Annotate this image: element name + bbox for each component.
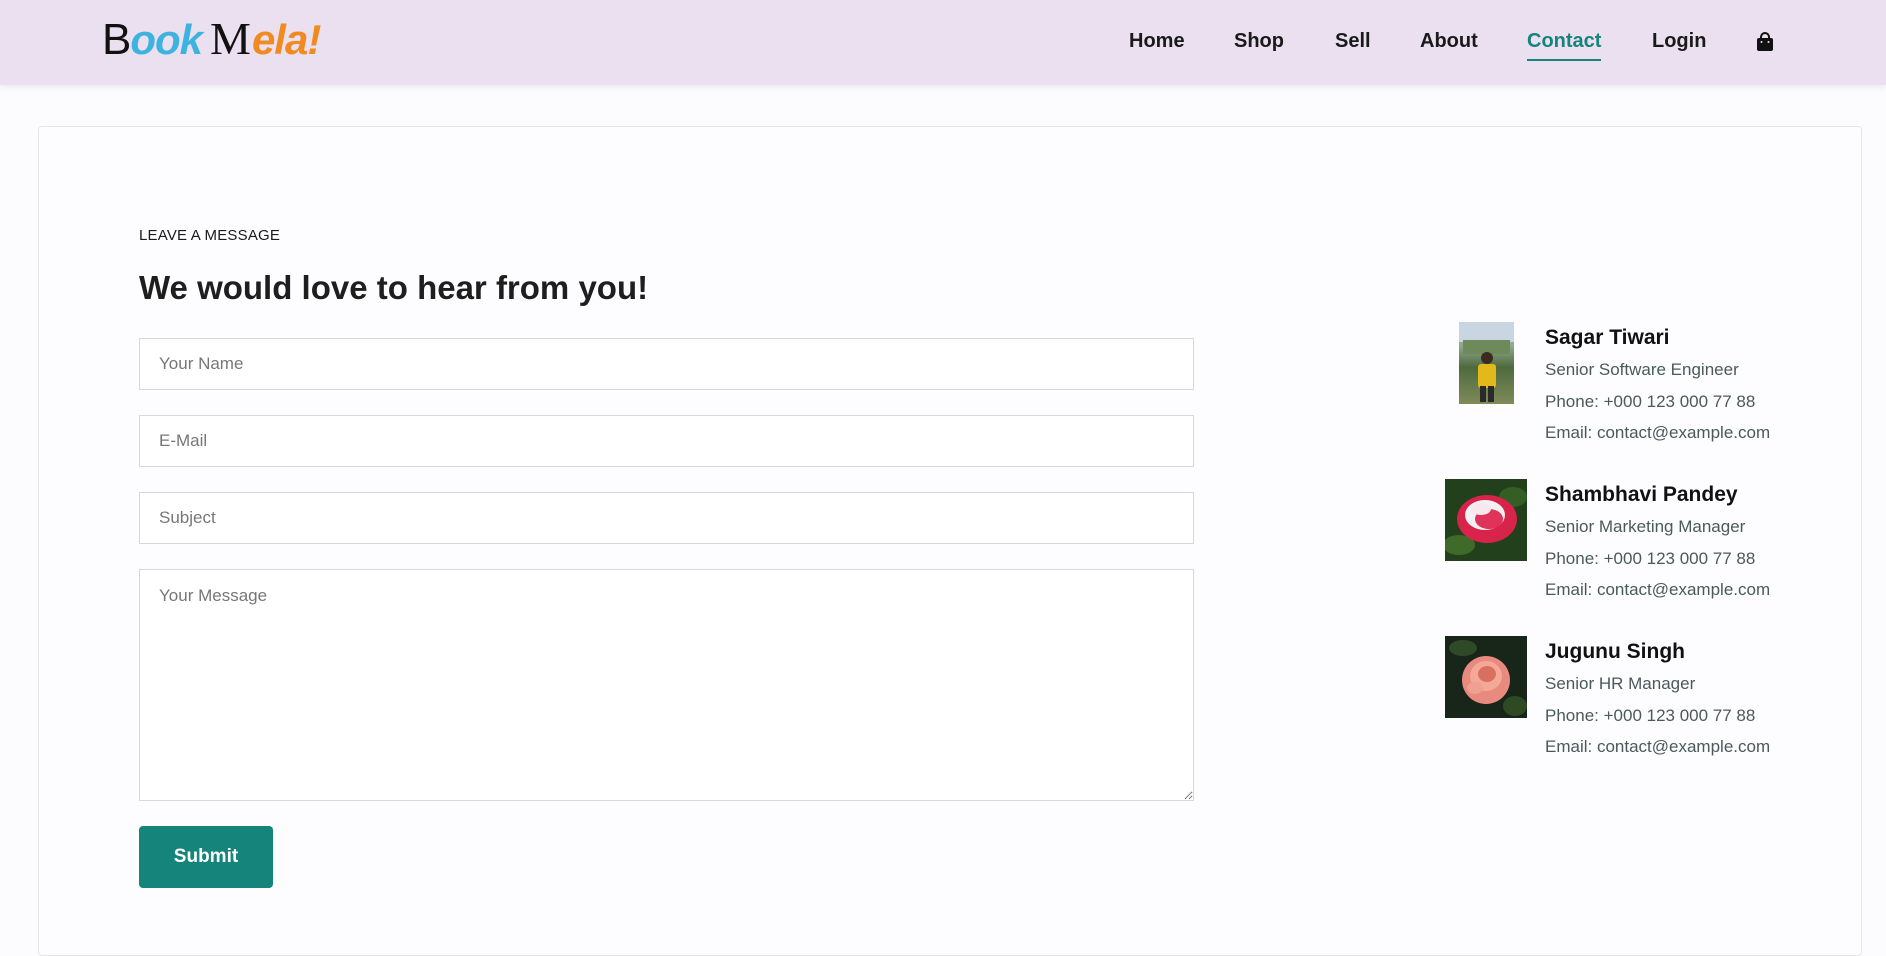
- pink-rose-photo: [1445, 636, 1527, 718]
- contact-email[interactable]: Email: contact@example.com: [1545, 580, 1770, 600]
- contact-email[interactable]: Email: contact@example.com: [1545, 423, 1770, 443]
- submit-button[interactable]: Submit: [139, 826, 273, 888]
- brand-logo[interactable]: Book Mela!: [102, 13, 321, 65]
- contact-phone: Phone: +000 123 000 77 88: [1545, 706, 1756, 725]
- message-textarea[interactable]: [139, 569, 1194, 801]
- red-rose-photo: [1445, 479, 1527, 561]
- nav-about[interactable]: About: [1420, 30, 1478, 53]
- nav-login[interactable]: Login: [1652, 30, 1706, 53]
- contact-phone: Phone: +000 123 000 77 88: [1545, 549, 1756, 568]
- subject-input[interactable]: [139, 492, 1194, 544]
- nav-contact[interactable]: Contact: [1527, 30, 1602, 61]
- contact-name: Jugunu Singh: [1545, 640, 1685, 663]
- contact-phone: Phone: +000 123 000 77 88: [1545, 392, 1756, 411]
- contact-name: Shambhavi Pandey: [1545, 483, 1738, 506]
- email-input[interactable]: [139, 415, 1194, 467]
- contact-email[interactable]: Email: contact@example.com: [1545, 737, 1770, 757]
- contact-role: Senior Marketing Manager: [1545, 517, 1746, 536]
- contact-role: Senior HR Manager: [1545, 674, 1696, 693]
- shopping-bag-icon[interactable]: [1756, 32, 1774, 52]
- logo-text-ela: ela!: [251, 16, 321, 63]
- nav-home[interactable]: Home: [1129, 30, 1185, 53]
- nav-shop[interactable]: Shop: [1234, 30, 1284, 53]
- person-photo: [1459, 322, 1514, 404]
- contact-role: Senior Software Engineer: [1545, 360, 1739, 379]
- logo-letter-b: B: [102, 15, 131, 64]
- logo-text-ook: ook: [130, 16, 203, 63]
- site-header: Book Mela!: [0, 0, 1886, 85]
- contact-name: Sagar Tiwari: [1545, 326, 1670, 349]
- page-title: We would love to hear from you!: [139, 269, 649, 306]
- nav-sell[interactable]: Sell: [1335, 30, 1371, 53]
- section-eyebrow: LEAVE A MESSAGE: [139, 227, 281, 244]
- logo-letter-m: M: [210, 13, 251, 64]
- name-input[interactable]: [139, 338, 1194, 390]
